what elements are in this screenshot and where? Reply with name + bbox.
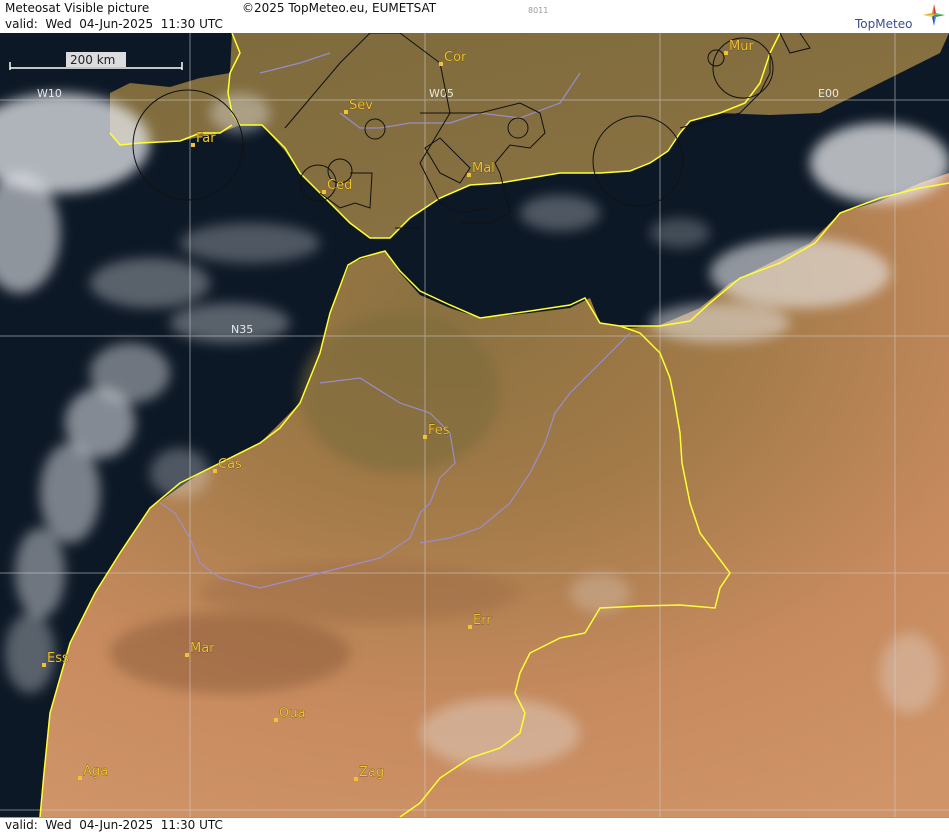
city-dot (423, 435, 427, 439)
vegetation-patch (300, 313, 500, 473)
city-label: Mur (729, 39, 754, 54)
city-dot (354, 777, 358, 781)
city-marker-sev[interactable]: Sev (344, 98, 373, 114)
topmeteo-logo[interactable]: TopMeteo (852, 3, 948, 33)
valid-time-top: valid: Wed 04-Jun-2025 11:30 UTC (5, 17, 223, 31)
city-label: Ess (47, 651, 69, 666)
city-label: Cor (444, 50, 467, 65)
city-dot (467, 173, 471, 177)
city-label: Ced (327, 178, 352, 193)
city-dot (322, 190, 326, 194)
product-code: 8011 (528, 6, 549, 15)
city-marker-ess[interactable]: Ess (42, 651, 69, 667)
city-label: Mal (472, 161, 495, 176)
city-marker-aga[interactable]: Aga (78, 764, 108, 780)
city-dot (274, 718, 278, 722)
city-marker-zag[interactable]: Zag (354, 765, 384, 781)
city-label: Mar (190, 641, 215, 656)
city-marker-mar[interactable]: Mar (185, 641, 215, 657)
city-dot (724, 51, 728, 55)
vegetation-patch (110, 613, 350, 693)
logo-text: TopMeteo (855, 17, 913, 31)
copyright-notice: ©2025 TopMeteo.eu, EUMETSAT (242, 1, 437, 15)
grid-label-n35: N35 (231, 323, 253, 336)
map-frame: Meteosat Visible picture ©2025 TopMeteo.… (0, 0, 949, 832)
footer-bar: valid: Wed 04-Jun-2025 11:30 UTC (0, 817, 949, 832)
city-dot (344, 110, 348, 114)
city-dot (42, 663, 46, 667)
city-marker-mal[interactable]: Mal (467, 161, 495, 177)
city-label: Zag (359, 765, 384, 780)
city-label: Cas (218, 457, 242, 472)
city-marker-mur[interactable]: Mur (724, 39, 755, 55)
city-label: Oua (279, 706, 305, 721)
vegetation-patch (200, 563, 520, 623)
city-marker-cor[interactable]: Cor (439, 50, 467, 66)
grid-label-w10: W10 (37, 87, 62, 100)
city-marker-ced[interactable]: Ced (322, 178, 353, 194)
satellite-map[interactable]: W10 W05 E00 N35 200 km CorMurSevFarCedMa… (0, 33, 949, 817)
city-dot (468, 625, 472, 629)
city-dot (439, 62, 443, 66)
valid-time-bottom: valid: Wed 04-Jun-2025 11:30 UTC (5, 818, 223, 832)
scale-bar-label: 200 km (70, 53, 115, 67)
city-marker-oua[interactable]: Oua (274, 706, 306, 722)
city-label: Sev (349, 98, 373, 113)
grid-label-w05: W05 (429, 87, 454, 100)
city-dot (78, 776, 82, 780)
city-label: Far (196, 131, 216, 146)
grid-label-e00: E00 (818, 87, 839, 100)
city-label: Fes (428, 423, 450, 438)
city-label: Err (473, 613, 492, 628)
city-label: Aga (83, 764, 108, 779)
city-dot (213, 469, 217, 473)
map-title: Meteosat Visible picture (5, 1, 150, 15)
city-dot (185, 653, 189, 657)
city-dot (191, 143, 195, 147)
city-marker-cas[interactable]: Cas (213, 457, 242, 473)
header-bar: Meteosat Visible picture ©2025 TopMeteo.… (0, 0, 949, 34)
